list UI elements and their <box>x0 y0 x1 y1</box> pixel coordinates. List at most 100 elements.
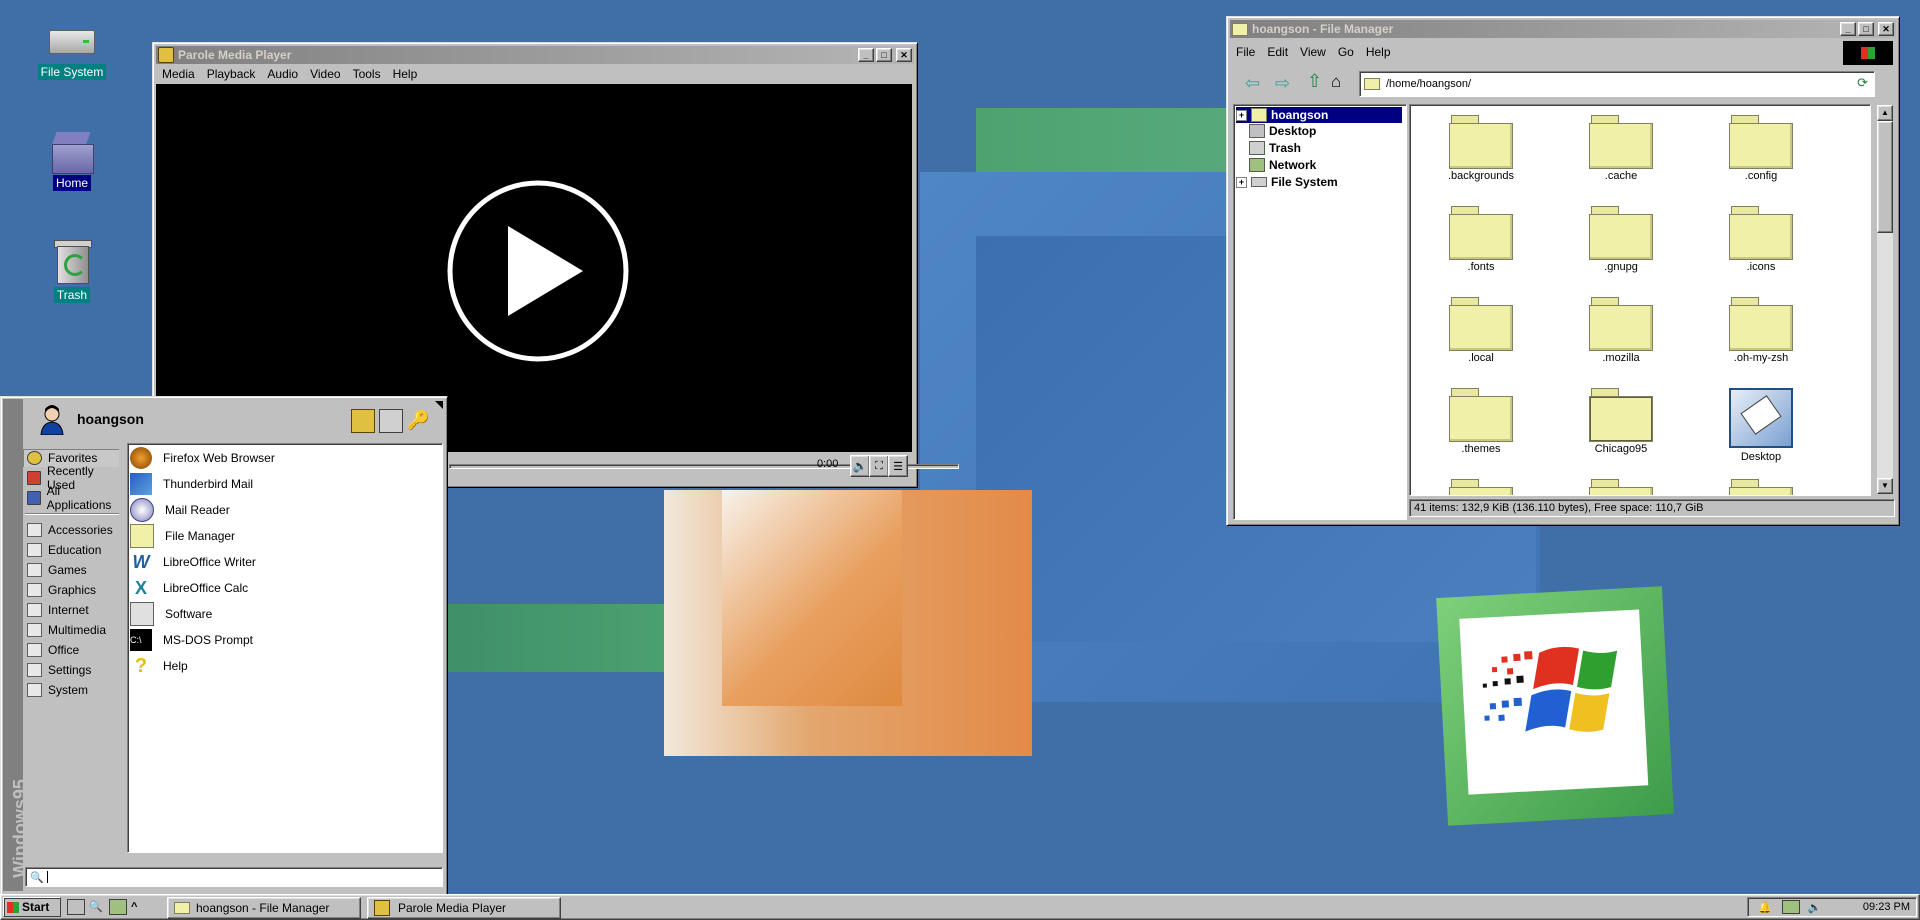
category-item[interactable]: System <box>23 681 88 699</box>
category-item[interactable]: Office <box>23 641 79 659</box>
task-file-manager[interactable]: hoangson - File Manager <box>167 897 361 919</box>
logout-icon[interactable]: 🔑 <box>407 409 429 431</box>
vertical-scrollbar[interactable]: ▲ ▼ <box>1877 105 1893 494</box>
file-item[interactable]: .backgrounds <box>1426 115 1536 182</box>
app-item[interactable]: Firefox Web Browser <box>130 446 275 470</box>
desktop-icon-home[interactable]: Home <box>32 132 112 191</box>
app-item[interactable]: Software <box>130 602 212 626</box>
home-icon[interactable]: ⌂ <box>1331 72 1341 92</box>
maximize-button[interactable]: □ <box>1858 22 1874 36</box>
show-desktop-icon[interactable] <box>67 899 85 915</box>
back-icon[interactable]: ⇦ <box>1245 73 1260 94</box>
app-item[interactable]: W LibreOffice Writer <box>130 550 256 574</box>
scroll-up-button[interactable]: ▲ <box>1877 105 1893 121</box>
close-button[interactable]: ✕ <box>896 48 912 62</box>
file-item[interactable]: .mozilla <box>1566 297 1676 364</box>
search-field[interactable]: 🔍 <box>25 867 443 887</box>
category-item[interactable]: Accessories <box>23 521 113 539</box>
category-item[interactable]: Multimedia <box>23 621 106 639</box>
file-item[interactable]: .themes <box>1426 388 1536 455</box>
volume-button[interactable]: 🔈 <box>850 455 870 477</box>
app-item[interactable]: C:\ MS-DOS Prompt <box>130 628 253 652</box>
file-item[interactable]: .icons <box>1706 206 1816 273</box>
menu-file[interactable]: File <box>1230 45 1261 59</box>
tree-item-hoangson[interactable]: + hoangson <box>1236 107 1402 123</box>
app-item[interactable]: Thunderbird Mail <box>130 472 253 496</box>
reload-icon[interactable]: ⟳ <box>1857 75 1868 91</box>
settings-manager-icon[interactable] <box>351 409 375 433</box>
scroll-thumb[interactable] <box>1877 121 1893 233</box>
file-item[interactable]: .config <box>1706 115 1816 182</box>
task-media-player[interactable]: Parole Media Player <box>367 897 561 919</box>
nav-label: All Applications <box>46 484 112 512</box>
desktop-icon-file-system[interactable]: File System <box>32 30 112 80</box>
more-launchers-button[interactable]: ^ <box>131 901 137 913</box>
search-icon[interactable]: 🔍 <box>89 900 105 914</box>
resize-corner-icon[interactable] <box>435 401 443 409</box>
file-item[interactable]: .fonts <box>1426 206 1536 273</box>
app-label: LibreOffice Calc <box>163 581 249 595</box>
up-icon[interactable]: ⇧ <box>1307 71 1322 92</box>
maximize-button[interactable]: □ <box>876 48 892 62</box>
fullscreen-button[interactable]: ⛶ <box>869 455 889 477</box>
start-button[interactable]: Start <box>3 897 61 917</box>
volume-icon[interactable]: 🔈 <box>1808 901 1822 914</box>
network-icon[interactable] <box>109 899 127 915</box>
file-item-partial[interactable] <box>1566 479 1676 495</box>
menu-go[interactable]: Go <box>1332 45 1360 59</box>
minimize-button[interactable]: _ <box>858 48 874 62</box>
menu-tools[interactable]: Tools <box>347 67 387 81</box>
file-item-partial[interactable] <box>1426 479 1536 495</box>
file-item[interactable]: .cache <box>1566 115 1676 182</box>
desktop-icon-trash[interactable]: Trash <box>32 238 112 303</box>
playlist-button[interactable]: ☰ <box>888 455 908 477</box>
lock-screen-icon[interactable] <box>379 409 403 433</box>
drive-icon <box>49 30 95 54</box>
expand-icon[interactable]: + <box>1236 109 1247 121</box>
network-tray-icon[interactable] <box>1781 900 1800 914</box>
minimize-button[interactable]: _ <box>1840 22 1856 36</box>
category-folder-icon <box>27 683 42 697</box>
start-nav-item[interactable]: All Applications <box>23 484 119 512</box>
expand-icon[interactable]: + <box>1236 176 1247 188</box>
file-item[interactable]: Desktop <box>1706 388 1816 463</box>
category-item[interactable]: Education <box>23 541 101 559</box>
file-item[interactable]: Chicago95 <box>1566 388 1676 455</box>
menu-help[interactable]: Help <box>1360 45 1397 59</box>
tree-item-trash[interactable]: Trash <box>1249 140 1301 156</box>
category-item[interactable]: Settings <box>23 661 91 679</box>
app-item[interactable]: File Manager <box>130 524 235 548</box>
file-item[interactable]: .local <box>1426 297 1536 364</box>
file-manager-titlebar[interactable]: hoangson - File Manager _ □ ✕ <box>1230 20 1896 38</box>
menu-edit[interactable]: Edit <box>1261 45 1294 59</box>
notification-bell-icon[interactable]: 🔔 <box>1758 901 1772 914</box>
close-button[interactable]: ✕ <box>1878 22 1894 36</box>
clock[interactable]: 09:23 PM <box>1863 901 1910 913</box>
menu-media[interactable]: Media <box>156 67 201 81</box>
category-item[interactable]: Internet <box>23 601 89 619</box>
file-item[interactable]: .gnupg <box>1566 206 1676 273</box>
menu-view[interactable]: View <box>1294 45 1332 59</box>
media-player-titlebar[interactable]: Parole Media Player _ □ ✕ <box>156 46 914 64</box>
app-item[interactable]: X LibreOffice Calc <box>130 576 248 600</box>
scroll-down-button[interactable]: ▼ <box>1877 478 1893 494</box>
menu-audio[interactable]: Audio <box>261 67 304 81</box>
start-menu-brand-strip: Windows95 <box>3 399 30 891</box>
menu-help[interactable]: Help <box>387 67 424 81</box>
menu-video[interactable]: Video <box>304 67 346 81</box>
tree-item-file-system[interactable]: + File System <box>1236 174 1338 190</box>
category-item[interactable]: Games <box>23 561 87 579</box>
menu-playback[interactable]: Playback <box>201 67 262 81</box>
file-item-partial[interactable] <box>1706 479 1816 495</box>
tree-item-label: hoangson <box>1271 108 1329 122</box>
category-item[interactable]: Graphics <box>23 581 96 599</box>
category-folder-icon <box>27 663 42 677</box>
tree-item-network[interactable]: Network <box>1249 157 1316 173</box>
location-bar[interactable]: /home/hoangson/ ⟳ <box>1359 71 1875 97</box>
app-item[interactable]: Mail Reader <box>130 498 230 522</box>
app-item[interactable]: ? Help <box>130 654 188 678</box>
tree-item-desktop[interactable]: Desktop <box>1249 123 1316 139</box>
play-icon[interactable] <box>443 176 633 366</box>
forward-icon[interactable]: ⇨ <box>1275 73 1290 94</box>
file-item[interactable]: .oh-my-zsh <box>1706 297 1816 364</box>
